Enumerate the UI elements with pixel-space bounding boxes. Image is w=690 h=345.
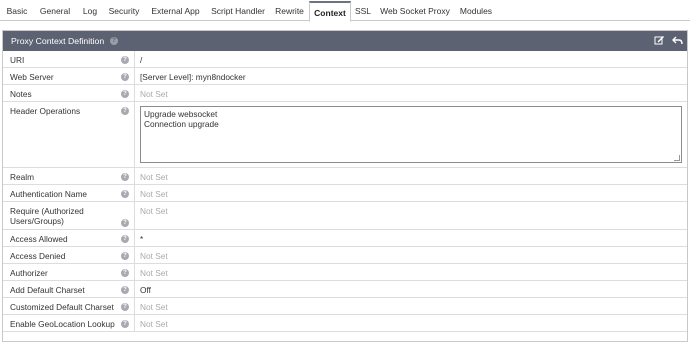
question-circle-icon[interactable]: ?	[121, 286, 129, 294]
row-label: Realm	[10, 172, 34, 182]
tab-rewrite[interactable]: Rewrite	[272, 2, 307, 21]
row-label: Authentication Name	[10, 189, 88, 199]
row-value: Not Set	[140, 189, 168, 199]
back-arrow-icon[interactable]	[671, 35, 683, 47]
tab-security[interactable]: Security	[104, 2, 144, 21]
question-circle-icon[interactable]: ?	[121, 303, 129, 311]
row-value: Not Set	[140, 89, 168, 99]
table-row: Require (Authorized Users/Groups) ? Not …	[3, 202, 687, 230]
textarea-line: Upgrade websocket	[144, 109, 218, 119]
question-circle-icon[interactable]: ?	[121, 90, 129, 98]
table-row: Add Default Charset ? Off	[3, 281, 687, 298]
row-value: Not Set	[140, 172, 168, 182]
table-row: Authorizer ? Not Set	[3, 264, 687, 281]
question-circle-icon[interactable]: ?	[110, 37, 118, 45]
header-operations-textarea[interactable]: Upgrade websocket Connection upgrade	[140, 106, 682, 163]
tab-script-handler[interactable]: Script Handler	[207, 2, 269, 21]
tab-context[interactable]: Context	[309, 1, 351, 22]
row-label: Access Denied	[10, 251, 66, 261]
row-label: Authorizer	[10, 268, 48, 278]
row-value: Not Set	[140, 319, 168, 329]
row-value: Off	[140, 285, 151, 295]
row-label: URI	[10, 55, 25, 65]
proxy-context-panel: Proxy Context Definition ? URI ? / Web S…	[2, 30, 688, 342]
table-row: Realm ? Not Set	[3, 168, 687, 185]
tab-general[interactable]: General	[35, 2, 75, 21]
row-value: Not Set	[140, 302, 168, 312]
row-label: Access Allowed	[10, 234, 68, 244]
question-circle-icon[interactable]: ?	[121, 219, 129, 227]
tab-basic[interactable]: Basic	[2, 2, 32, 21]
row-value: [Server Level]: myn8ndocker	[140, 72, 246, 82]
table-row: Access Allowed ? *	[3, 230, 687, 247]
panel-header: Proxy Context Definition ?	[3, 31, 687, 51]
tab-log[interactable]: Log	[79, 2, 101, 21]
question-circle-icon[interactable]: ?	[121, 190, 129, 198]
table-row: Access Denied ? Not Set	[3, 247, 687, 264]
table-row: Authentication Name ? Not Set	[3, 185, 687, 202]
row-value: *	[140, 234, 144, 244]
row-label: Customized Default Charset	[10, 302, 114, 312]
tab-modules[interactable]: Modules	[456, 2, 496, 21]
question-circle-icon[interactable]: ?	[121, 173, 129, 181]
row-value: Not Set	[140, 268, 168, 278]
question-circle-icon[interactable]: ?	[121, 107, 129, 115]
question-circle-icon[interactable]: ?	[121, 73, 129, 81]
question-circle-icon[interactable]: ?	[121, 269, 129, 277]
tab-external-app[interactable]: External App	[148, 2, 203, 21]
question-circle-icon[interactable]: ?	[121, 235, 129, 243]
row-label: Header Operations	[10, 106, 81, 116]
tab-web-socket-proxy[interactable]: Web Socket Proxy	[380, 2, 450, 21]
edit-icon[interactable]	[653, 35, 665, 47]
question-circle-icon[interactable]: ?	[121, 56, 129, 64]
row-value: /	[140, 55, 143, 65]
row-label: Web Server	[10, 72, 54, 82]
table-row: Notes ? Not Set	[3, 85, 687, 102]
row-value: Not Set	[140, 251, 168, 261]
row-value: Not Set	[140, 206, 168, 216]
tab-ssl[interactable]: SSL	[354, 2, 372, 21]
resize-handle[interactable]	[674, 155, 680, 161]
table-row: Enable GeoLocation Lookup ? Not Set	[3, 315, 687, 332]
question-circle-icon[interactable]: ?	[121, 252, 129, 260]
row-label: Add Default Charset	[10, 285, 85, 295]
textarea-line: Connection upgrade	[144, 119, 219, 129]
panel-title: Proxy Context Definition	[11, 36, 105, 46]
tab-bar: Basic General Log Security External App …	[0, 0, 690, 22]
table-row: Web Server ? [Server Level]: myn8ndocker	[3, 68, 687, 85]
table-row: Customized Default Charset ? Not Set	[3, 298, 687, 315]
table-row: Header Operations ? Upgrade websocket Co…	[3, 102, 687, 168]
question-circle-icon[interactable]: ?	[121, 320, 129, 328]
table-row: URI ? /	[3, 51, 687, 68]
row-label: Notes	[10, 89, 32, 99]
row-label: Enable GeoLocation Lookup	[10, 319, 115, 329]
row-label: Require (Authorized Users/Groups)	[10, 206, 84, 226]
